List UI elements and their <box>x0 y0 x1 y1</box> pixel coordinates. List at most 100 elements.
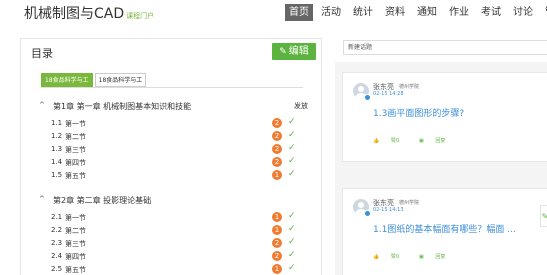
section-number: 1.2 <box>51 132 63 140</box>
post-question[interactable]: 1.3画平面图形的步骤? <box>373 106 464 119</box>
section-number: 2.3 <box>51 239 63 247</box>
check-icon: ✓ <box>288 130 296 140</box>
section-row[interactable]: 1.3 第三节 2 ✓ <box>51 143 301 156</box>
section-name[interactable]: 第一节 <box>65 119 86 129</box>
task-count-badge: 2 <box>272 251 282 261</box>
section-number: 1.4 <box>51 158 63 166</box>
chapter-title[interactable]: 第1章 第一章 机械制图基本知识和技能 <box>53 101 191 112</box>
post-school: 德州学院 <box>399 84 420 90</box>
post-time: 02-15 14:28 <box>373 91 404 97</box>
logo-title: 机械制图与CAD <box>24 6 125 22</box>
section-number: 1.5 <box>51 171 63 179</box>
thumb-up-icon: 👍 <box>373 138 380 144</box>
section-row[interactable]: 2.2 第二节 1 ✓ <box>51 224 301 237</box>
like-button[interactable]: 👍 赞0 <box>373 253 409 260</box>
task-count-badge: 1 <box>272 225 282 235</box>
task-count-badge: 2 <box>272 131 282 141</box>
section-number: 1.3 <box>51 145 63 153</box>
post-actions: 👍 赞0 ▣ 回复 <box>373 253 465 260</box>
section-row[interactable]: 2.1 第一节 1 ✓ <box>51 211 301 224</box>
post-question[interactable]: 1.1图纸的基本幅面有哪些？幅面 ... <box>373 222 516 235</box>
course-logo[interactable]: 机械制图与CAD 课程门户 <box>24 5 154 25</box>
caret-up-icon[interactable]: ^ <box>39 101 45 109</box>
online-status-dot <box>364 210 371 217</box>
check-icon: ✓ <box>288 237 296 247</box>
nav-manage[interactable]: 管理 <box>541 4 547 21</box>
section-name[interactable]: 第五节 <box>65 265 86 275</box>
check-icon: ✓ <box>288 117 296 127</box>
section-name[interactable]: 第一节 <box>65 213 86 223</box>
task-count-badge: 2 <box>272 144 282 154</box>
nav-homework[interactable]: 作业 <box>445 4 473 21</box>
section-name[interactable]: 第二节 <box>65 226 86 236</box>
section-number: 1.1 <box>51 119 63 127</box>
check-icon: ✓ <box>288 143 296 153</box>
task-count-badge: 2 <box>272 118 282 128</box>
logo-subtitle: 课程门户 <box>126 12 155 20</box>
post-school: 德州学院 <box>399 200 420 206</box>
top-nav: 首页 活动 统计 资料 通知 作业 考试 讨论 管理 <box>285 4 547 21</box>
catalog-panel: 目录 ✎ 编辑 18食品科学与工 18食品科学与工 ^ 第1章 第一章 机械制图基… <box>20 38 322 275</box>
nav-notices[interactable]: 通知 <box>413 4 441 21</box>
tab-divider <box>41 87 303 88</box>
catalog-title: 目录 <box>31 47 53 60</box>
section-name[interactable]: 第四节 <box>65 252 86 262</box>
section-name[interactable]: 第三节 <box>65 239 86 249</box>
thumb-up-icon: 👍 <box>373 254 380 260</box>
chapter-title[interactable]: 第2章 第二章 投影理论基础 <box>53 195 151 206</box>
edit-button[interactable]: ✎ 编辑 <box>272 43 316 60</box>
section-row[interactable]: 1.2 第二节 2 ✓ <box>51 130 301 143</box>
nav-home[interactable]: 首页 <box>285 4 313 21</box>
new-topic-input[interactable]: 新建话题 <box>343 40 547 55</box>
check-icon: ✓ <box>288 224 296 234</box>
section-row[interactable]: 1.1 第一节 2 ✓ <box>51 117 301 130</box>
section-row[interactable]: 2.5 第五节 1 ✓ <box>51 263 301 275</box>
section-number: 2.4 <box>51 252 63 260</box>
task-count-badge: 1 <box>272 212 282 222</box>
section-row[interactable]: 2.4 第四节 2 ✓ <box>51 250 301 263</box>
check-icon: ✓ <box>288 169 296 179</box>
reply-icon: ▣ <box>419 254 424 260</box>
section-row[interactable]: 2.3 第三节 2 ✓ <box>51 237 301 250</box>
post-time: 02-15 14:13 <box>373 207 404 213</box>
chapter-1[interactable]: ^ 第1章 第一章 机械制图基本知识和技能 发放 <box>39 101 319 113</box>
section-name[interactable]: 第五节 <box>65 171 86 181</box>
post-actions: 👍 赞0 ▣ 回复 <box>373 137 465 144</box>
section-row[interactable]: 1.5 第五节 1 ✓ <box>51 169 301 182</box>
side-tool-button[interactable]: ✎ <box>540 205 547 227</box>
nav-discussion[interactable]: 讨论 <box>509 4 537 21</box>
pencil-icon: ✎ <box>279 47 287 57</box>
tab-class-1[interactable]: 18食品科学与工 <box>41 73 93 87</box>
section-row[interactable]: 1.4 第四节 2 ✓ <box>51 156 301 169</box>
nav-activity[interactable]: 活动 <box>317 4 345 21</box>
edit-label: 编辑 <box>288 46 309 57</box>
check-icon: ✓ <box>288 263 296 273</box>
section-name[interactable]: 第四节 <box>65 158 86 168</box>
discussion-card[interactable]: 张东亮 德州学院 02-15 14:28 ≡ 1.3画平面图形的步骤? 👍 赞0… <box>342 72 547 162</box>
reply-icon: ▣ <box>419 138 424 144</box>
tab-class-2[interactable]: 18食品科学与工 <box>94 73 147 87</box>
section-number: 2.5 <box>51 265 63 273</box>
online-status-dot <box>364 94 371 101</box>
caret-up-icon[interactable]: ^ <box>39 195 45 203</box>
reply-button[interactable]: ▣ 回复 <box>419 137 455 144</box>
chapter-2[interactable]: ^ 第2章 第二章 投影理论基础 <box>39 195 319 207</box>
section-name[interactable]: 第二节 <box>65 132 86 142</box>
task-count-badge: 1 <box>272 264 282 274</box>
check-icon: ✓ <box>288 211 296 221</box>
task-count-badge: 1 <box>272 170 282 180</box>
discussion-card[interactable]: 张东亮 德州学院 02-15 14:13 ≡ 1.1图纸的基本幅面有哪些？幅面 … <box>342 188 547 275</box>
class-tabs: 18食品科学与工 18食品科学与工 <box>41 73 148 87</box>
nav-exams[interactable]: 考试 <box>477 4 505 21</box>
like-button[interactable]: 👍 赞0 <box>373 137 409 144</box>
nav-materials[interactable]: 资料 <box>381 4 409 21</box>
section-name[interactable]: 第三节 <box>65 145 86 155</box>
publish-label: 发放 <box>294 102 308 110</box>
section-number: 2.1 <box>51 213 63 221</box>
reply-button[interactable]: ▣ 回复 <box>419 253 455 260</box>
task-count-badge: 2 <box>272 238 282 248</box>
nav-statistics[interactable]: 统计 <box>349 4 377 21</box>
check-icon: ✓ <box>288 250 296 260</box>
section-number: 2.2 <box>51 226 63 234</box>
task-count-badge: 2 <box>272 157 282 167</box>
